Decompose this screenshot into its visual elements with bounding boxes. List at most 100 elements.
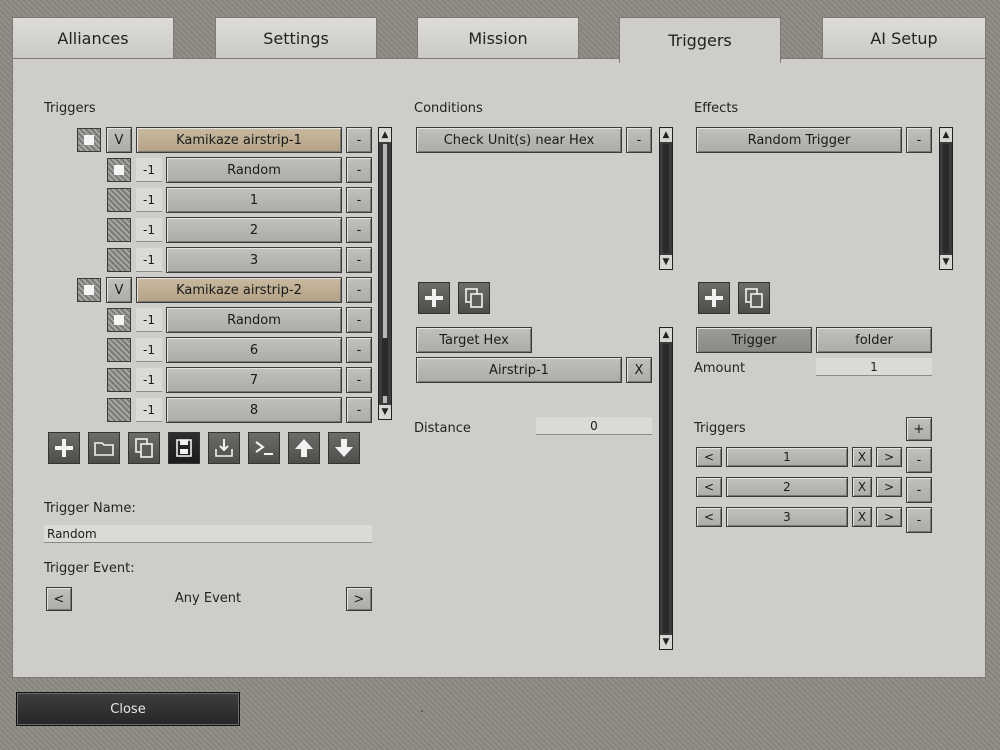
trigger-item[interactable]: 6 bbox=[166, 337, 342, 363]
trigger-checkbox[interactable] bbox=[107, 158, 131, 182]
trigger-checkbox[interactable] bbox=[107, 338, 131, 362]
trigger-index: -1 bbox=[136, 368, 162, 392]
clear-button[interactable]: X bbox=[852, 507, 872, 527]
trigger-item[interactable]: 3 bbox=[166, 247, 342, 273]
remove-button[interactable]: - bbox=[346, 277, 372, 303]
condition-params-scrollbar[interactable]: ▲ ▼ bbox=[659, 327, 673, 650]
remove-button[interactable]: - bbox=[346, 397, 372, 423]
triggers-scrollbar[interactable]: ▲ ▼ bbox=[378, 127, 392, 420]
remove-button[interactable]: - bbox=[626, 127, 652, 153]
effect-trigger-value[interactable]: 2 bbox=[726, 477, 848, 497]
amount-input[interactable]: 1 bbox=[816, 358, 932, 376]
plus-icon[interactable] bbox=[698, 282, 730, 314]
trigger-index: -1 bbox=[136, 248, 162, 272]
trigger-checkbox[interactable] bbox=[107, 368, 131, 392]
folder-checkbox[interactable] bbox=[77, 128, 101, 152]
arrow-down-icon[interactable] bbox=[328, 432, 360, 464]
trigger-item[interactable]: 7 bbox=[166, 367, 342, 393]
clear-button[interactable]: X bbox=[852, 447, 872, 467]
arrow-up-icon[interactable] bbox=[288, 432, 320, 464]
folder-expand-toggle[interactable]: V bbox=[106, 127, 132, 153]
close-label: Close bbox=[110, 701, 146, 717]
scroll-down-icon[interactable]: ▼ bbox=[940, 255, 952, 269]
remove-button[interactable]: - bbox=[346, 127, 372, 153]
scroll-down-icon[interactable]: ▼ bbox=[660, 635, 672, 649]
save-icon[interactable] bbox=[168, 432, 200, 464]
copy-icon[interactable] bbox=[458, 282, 490, 314]
trigger-item[interactable]: 2 bbox=[166, 217, 342, 243]
trigger-name-input[interactable]: Random bbox=[44, 525, 372, 543]
folder-icon[interactable] bbox=[88, 432, 120, 464]
trigger-folder[interactable]: Kamikaze airstrip-1 bbox=[136, 127, 342, 153]
remove-button[interactable]: - bbox=[906, 127, 932, 153]
prev-button[interactable]: < bbox=[696, 507, 722, 527]
clear-target-button[interactable]: X bbox=[626, 357, 652, 383]
trigger-checkbox[interactable] bbox=[107, 398, 131, 422]
scroll-down-icon[interactable]: ▼ bbox=[660, 255, 672, 269]
effects-scrollbar[interactable]: ▲ ▼ bbox=[939, 127, 953, 270]
scroll-up-icon[interactable]: ▲ bbox=[379, 128, 391, 142]
remove-button[interactable]: - bbox=[346, 247, 372, 273]
close-button[interactable]: Close bbox=[16, 692, 240, 726]
scroll-up-icon[interactable]: ▲ bbox=[940, 128, 952, 142]
trigger-name-label: Trigger Name: bbox=[44, 501, 136, 516]
scroll-thumb[interactable] bbox=[663, 144, 669, 253]
trigger-item[interactable]: 8 bbox=[166, 397, 342, 423]
trigger-checkbox[interactable] bbox=[107, 218, 131, 242]
effect-tab-folder[interactable]: folder bbox=[816, 327, 932, 353]
trigger-event-value: Any Event bbox=[174, 591, 242, 606]
remove-button[interactable]: - bbox=[346, 367, 372, 393]
folder-checkbox[interactable] bbox=[77, 278, 101, 302]
plus-icon[interactable] bbox=[48, 432, 80, 464]
remove-button[interactable]: - bbox=[346, 307, 372, 333]
clear-button[interactable]: X bbox=[852, 477, 872, 497]
scroll-thumb[interactable] bbox=[663, 344, 669, 633]
trigger-checkbox[interactable] bbox=[107, 188, 131, 212]
prev-button[interactable]: < bbox=[696, 477, 722, 497]
trigger-item[interactable]: Random bbox=[166, 307, 342, 333]
trigger-checkbox[interactable] bbox=[107, 308, 131, 332]
event-prev-button[interactable]: < bbox=[46, 587, 72, 611]
remove-button[interactable]: - bbox=[906, 507, 932, 533]
trigger-index: -1 bbox=[136, 338, 162, 362]
scroll-down-icon[interactable]: ▼ bbox=[379, 405, 391, 419]
copy-icon[interactable] bbox=[128, 432, 160, 464]
next-button[interactable]: > bbox=[876, 477, 902, 497]
remove-button[interactable]: - bbox=[906, 447, 932, 473]
trigger-item[interactable]: 1 bbox=[166, 187, 342, 213]
import-icon[interactable] bbox=[208, 432, 240, 464]
prev-button[interactable]: < bbox=[696, 447, 722, 467]
effect-item[interactable]: Random Trigger bbox=[696, 127, 902, 153]
trigger-index: -1 bbox=[136, 398, 162, 422]
scroll-up-icon[interactable]: ▲ bbox=[660, 128, 672, 142]
remove-button[interactable]: - bbox=[346, 157, 372, 183]
remove-button[interactable]: - bbox=[906, 477, 932, 503]
add-trigger-button[interactable]: + bbox=[906, 417, 932, 441]
conditions-scrollbar[interactable]: ▲ ▼ bbox=[659, 127, 673, 270]
next-button[interactable]: > bbox=[876, 507, 902, 527]
effect-trigger-value[interactable]: 1 bbox=[726, 447, 848, 467]
trigger-folder[interactable]: Kamikaze airstrip-2 bbox=[136, 277, 342, 303]
scroll-thumb[interactable] bbox=[382, 338, 388, 396]
scroll-thumb[interactable] bbox=[943, 144, 949, 253]
remove-button[interactable]: - bbox=[346, 337, 372, 363]
distance-input[interactable]: 0 bbox=[536, 417, 652, 435]
trigger-item[interactable]: Random bbox=[166, 157, 342, 183]
effect-tab-trigger[interactable]: Trigger bbox=[696, 327, 812, 353]
next-button[interactable]: > bbox=[876, 447, 902, 467]
folder-expand-toggle[interactable]: V bbox=[106, 277, 132, 303]
target-hex-value[interactable]: Airstrip-1 bbox=[416, 357, 622, 383]
target-hex-button[interactable]: Target Hex bbox=[416, 327, 532, 353]
copy-icon[interactable] bbox=[738, 282, 770, 314]
trigger-index: -1 bbox=[136, 158, 162, 182]
trigger-checkbox[interactable] bbox=[107, 248, 131, 272]
plus-icon[interactable] bbox=[418, 282, 450, 314]
scroll-up-icon[interactable]: ▲ bbox=[660, 328, 672, 342]
effects-heading: Effects bbox=[694, 101, 739, 116]
condition-item[interactable]: Check Unit(s) near Hex bbox=[416, 127, 622, 153]
effect-trigger-value[interactable]: 3 bbox=[726, 507, 848, 527]
remove-button[interactable]: - bbox=[346, 187, 372, 213]
console-icon[interactable] bbox=[248, 432, 280, 464]
event-next-button[interactable]: > bbox=[346, 587, 372, 611]
remove-button[interactable]: - bbox=[346, 217, 372, 243]
